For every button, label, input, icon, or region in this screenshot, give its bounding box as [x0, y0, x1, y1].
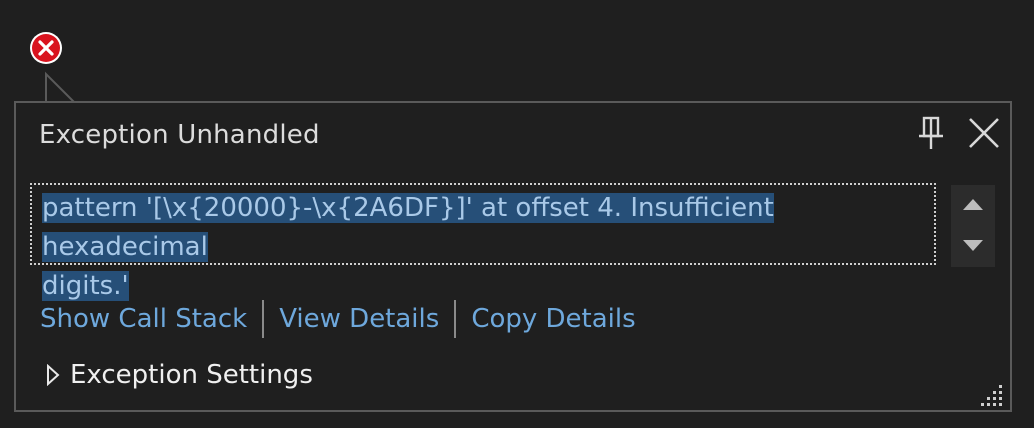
message-line-1: pattern '[\x{20000}-\x{2A6DF}]' at offse…	[42, 193, 774, 262]
error-icon	[29, 31, 63, 65]
show-call-stack-link[interactable]: Show Call Stack	[40, 302, 247, 336]
exception-panel: Exception Unhandled pattern '[\x{20000}-…	[14, 101, 1012, 412]
copy-details-link[interactable]: Copy Details	[471, 302, 635, 336]
callout-pointer	[13, 70, 93, 104]
close-button[interactable]	[967, 116, 1001, 150]
view-details-link[interactable]: View Details	[279, 302, 439, 336]
close-icon	[969, 118, 999, 148]
exception-settings-label: Exception Settings	[70, 360, 313, 390]
link-separator	[262, 300, 265, 338]
triangle-down-icon	[963, 240, 983, 251]
pin-icon	[919, 116, 943, 149]
message-line-2: digits.'	[42, 271, 129, 301]
triangle-up-icon	[963, 199, 983, 210]
link-separator	[454, 300, 457, 338]
caret-right-icon	[46, 364, 60, 386]
exception-settings-toggle[interactable]: Exception Settings	[46, 358, 313, 392]
pin-button[interactable]	[916, 115, 948, 153]
scroll-down-button[interactable]	[951, 226, 995, 267]
resize-grip-icon[interactable]	[977, 383, 1005, 409]
scroll-up-button[interactable]	[951, 185, 995, 226]
exception-popup-stage: Exception Unhandled pattern '[\x{20000}-…	[0, 0, 1034, 428]
action-links: Show Call Stack View Details Copy Detail…	[40, 299, 636, 339]
exception-message-box[interactable]: pattern '[\x{20000}-\x{2A6DF}]' at offse…	[30, 183, 936, 301]
dialog-title: Exception Unhandled	[39, 120, 320, 150]
message-scrollbar[interactable]	[951, 185, 995, 267]
exception-message: pattern '[\x{20000}-\x{2A6DF}]' at offse…	[42, 189, 932, 306]
